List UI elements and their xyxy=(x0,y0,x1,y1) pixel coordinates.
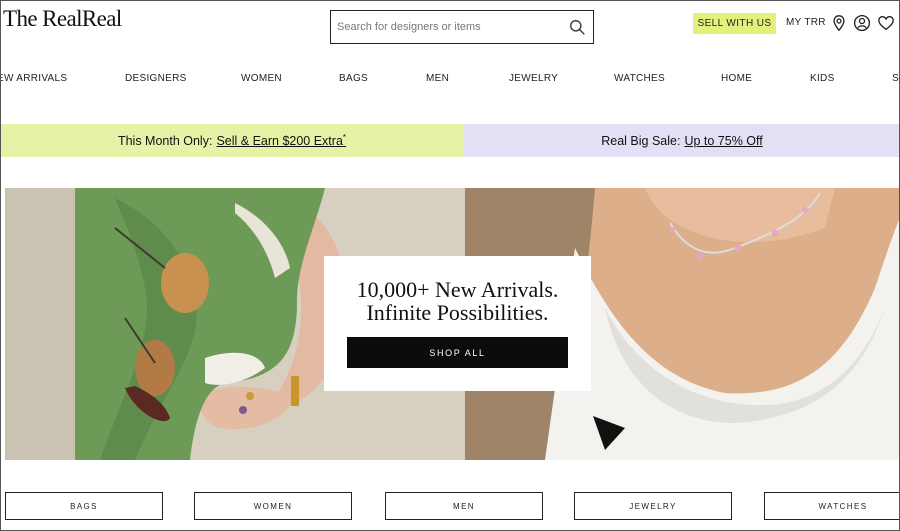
hero-banner[interactable]: 10,000+ New Arrivals. Infinite Possibili… xyxy=(5,188,900,460)
category-button-women[interactable]: WOMEN xyxy=(194,492,352,520)
promo-link-sale[interactable]: Up to 75% Off xyxy=(684,134,762,148)
nav-item-women[interactable]: WOMEN xyxy=(241,73,282,84)
hero-card: 10,000+ New Arrivals. Infinite Possibili… xyxy=(324,256,591,391)
shop-all-button[interactable]: SHOP ALL xyxy=(347,337,568,368)
location-pin-icon[interactable] xyxy=(830,14,848,32)
search-icon[interactable] xyxy=(569,19,586,36)
promo-banner-sale[interactable]: Real Big Sale: Up to 75% Off xyxy=(464,124,900,157)
nav-item-jewelry[interactable]: JEWELRY xyxy=(509,73,558,84)
nav-item-designers[interactable]: DESIGNERS xyxy=(125,73,187,84)
promo-banner-sell[interactable]: This Month Only: Sell & Earn $200 Extra* xyxy=(0,124,464,157)
category-button-bags[interactable]: BAGS xyxy=(5,492,163,520)
hero-title-line-2: Infinite Possibilities. xyxy=(366,300,549,325)
main-nav: EW ARRIVALS DESIGNERS WOMEN BAGS MEN JEW… xyxy=(0,73,900,87)
category-button-watches[interactable]: WATCHES xyxy=(764,492,900,520)
promo-prefix: Real Big Sale: xyxy=(601,133,681,148)
category-button-jewelry[interactable]: JEWELRY xyxy=(574,492,732,520)
promo-prefix: This Month Only: xyxy=(117,133,213,148)
nav-item-home[interactable]: HOME xyxy=(721,73,752,84)
category-button-men[interactable]: MEN xyxy=(385,492,543,520)
nav-item-kids[interactable]: KIDS xyxy=(810,73,835,84)
my-trr-link[interactable]: MY TRR xyxy=(786,17,826,28)
search-bar[interactable] xyxy=(330,10,594,44)
nav-item-sale[interactable]: S xyxy=(892,73,899,84)
nav-item-men[interactable]: MEN xyxy=(426,73,449,84)
logo[interactable]: The RealReal xyxy=(3,6,122,32)
heart-icon[interactable] xyxy=(877,14,895,32)
nav-item-new-arrivals[interactable]: EW ARRIVALS xyxy=(0,73,67,84)
nav-item-watches[interactable]: WATCHES xyxy=(614,73,665,84)
account-icon[interactable] xyxy=(853,14,871,32)
nav-item-bags[interactable]: BAGS xyxy=(339,73,368,84)
sell-with-us-button[interactable]: SELL WITH US xyxy=(693,13,776,34)
promo-link-sell[interactable]: Sell & Earn $200 Extra* xyxy=(216,133,346,148)
promo-asterisk: * xyxy=(342,132,347,142)
hero-title-line-1: 10,000+ New Arrivals. xyxy=(356,277,559,302)
promo-link-text: Sell & Earn $200 Extra xyxy=(216,134,343,149)
search-input[interactable] xyxy=(337,21,557,33)
